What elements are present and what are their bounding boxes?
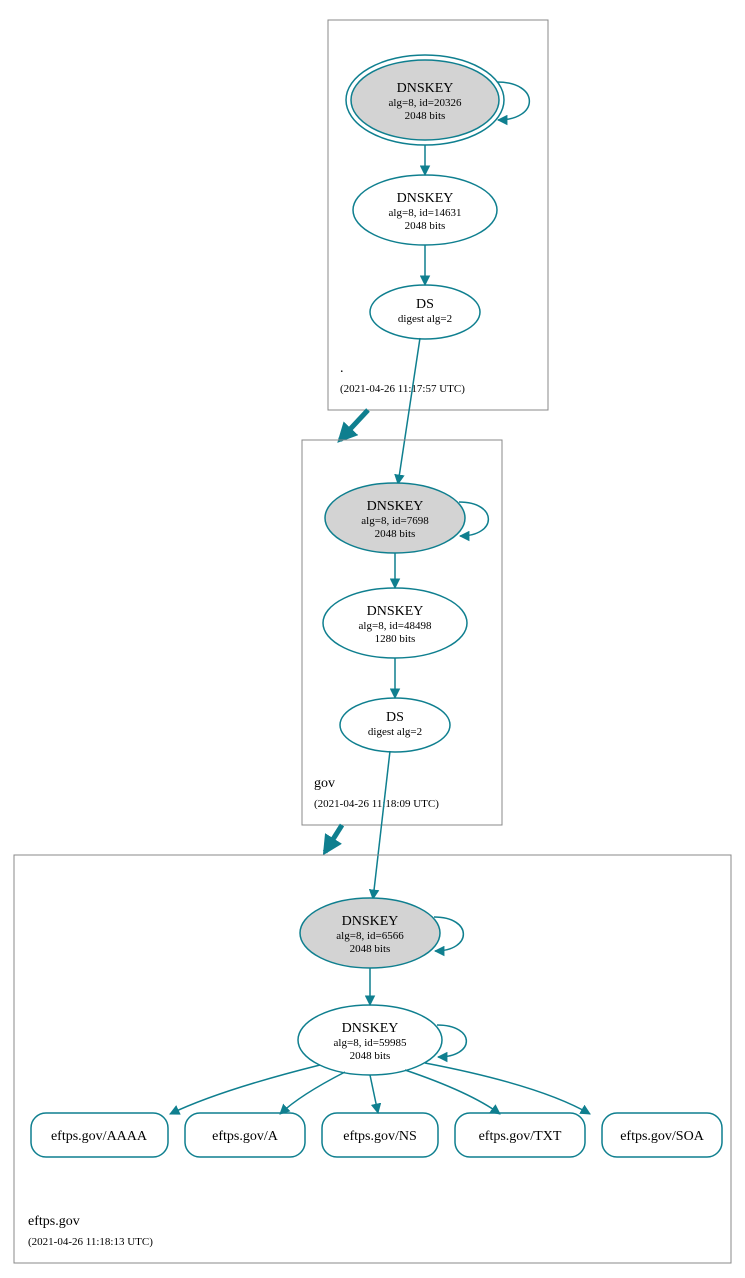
edge-zsk-to-a: [280, 1072, 345, 1114]
svg-text:DNSKEY: DNSKEY: [342, 914, 399, 929]
edge-root-ds-to-gov-ksk: [398, 338, 420, 484]
rrset-aaaa: eftps.gov/AAAA: [31, 1113, 168, 1157]
edge-zsk-to-soa: [425, 1063, 590, 1114]
rrset-soa: eftps.gov/SOA: [602, 1113, 722, 1157]
zone-root: . (2021-04-26 11:17:57 UTC) DNSKEY alg=8…: [328, 20, 548, 410]
svg-text:2048 bits: 2048 bits: [405, 110, 446, 122]
node-root-zsk: DNSKEY alg=8, id=14631 2048 bits: [353, 175, 497, 245]
zone-root-name: .: [340, 361, 344, 376]
svg-text:DS: DS: [386, 710, 404, 725]
svg-text:alg=8, id=14631: alg=8, id=14631: [389, 207, 462, 219]
svg-text:eftps.gov/AAAA: eftps.gov/AAAA: [51, 1129, 148, 1144]
svg-text:eftps.gov/NS: eftps.gov/NS: [343, 1129, 417, 1144]
node-gov-zsk: DNSKEY alg=8, id=48498 1280 bits: [323, 588, 467, 658]
rrset-ns: eftps.gov/NS: [322, 1113, 438, 1157]
zone-eftps-name: eftps.gov: [28, 1214, 80, 1229]
svg-text:1280 bits: 1280 bits: [375, 633, 416, 645]
svg-text:2048 bits: 2048 bits: [350, 1050, 391, 1062]
edge-zone-root-to-gov: [340, 410, 368, 440]
svg-text:alg=8, id=20326: alg=8, id=20326: [389, 97, 462, 109]
svg-text:alg=8, id=59985: alg=8, id=59985: [334, 1037, 407, 1049]
svg-text:DNSKEY: DNSKEY: [367, 499, 424, 514]
svg-text:DNSKEY: DNSKEY: [342, 1021, 399, 1036]
node-gov-ds: DS digest alg=2: [340, 698, 450, 752]
node-gov-ksk: DNSKEY alg=8, id=7698 2048 bits: [325, 483, 465, 553]
edge-zsk-to-ns: [370, 1075, 378, 1113]
zone-gov-name: gov: [314, 776, 335, 791]
rrset-a: eftps.gov/A: [185, 1113, 305, 1157]
svg-text:DNSKEY: DNSKEY: [397, 191, 454, 206]
zone-root-timestamp: (2021-04-26 11:17:57 UTC): [340, 383, 465, 395]
edge-zone-gov-to-eftps: [325, 825, 342, 852]
zone-gov-timestamp: (2021-04-26 11:18:09 UTC): [314, 798, 439, 810]
svg-text:digest alg=2: digest alg=2: [398, 313, 452, 325]
edge-zsk-to-aaaa: [170, 1065, 320, 1114]
svg-text:alg=8, id=7698: alg=8, id=7698: [361, 515, 429, 527]
zone-eftps: eftps.gov (2021-04-26 11:18:13 UTC) DNSK…: [14, 855, 731, 1263]
svg-text:digest alg=2: digest alg=2: [368, 726, 422, 738]
svg-text:2048 bits: 2048 bits: [405, 220, 446, 232]
svg-text:2048 bits: 2048 bits: [375, 528, 416, 540]
node-eftps-ksk: DNSKEY alg=8, id=6566 2048 bits: [300, 898, 440, 968]
svg-text:eftps.gov/TXT: eftps.gov/TXT: [479, 1129, 562, 1144]
zone-eftps-timestamp: (2021-04-26 11:18:13 UTC): [28, 1236, 153, 1248]
zone-gov: gov (2021-04-26 11:18:09 UTC) DNSKEY alg…: [302, 440, 502, 825]
svg-text:eftps.gov/A: eftps.gov/A: [212, 1129, 279, 1144]
node-root-ksk: DNSKEY alg=8, id=20326 2048 bits: [346, 55, 504, 145]
svg-text:2048 bits: 2048 bits: [350, 943, 391, 955]
svg-text:alg=8, id=6566: alg=8, id=6566: [336, 930, 404, 942]
svg-text:alg=8, id=48498: alg=8, id=48498: [359, 620, 432, 632]
dnssec-graph: . (2021-04-26 11:17:57 UTC) DNSKEY alg=8…: [0, 0, 745, 1278]
svg-text:eftps.gov/SOA: eftps.gov/SOA: [620, 1129, 705, 1144]
svg-text:DS: DS: [416, 297, 434, 312]
rrset-txt: eftps.gov/TXT: [455, 1113, 585, 1157]
svg-text:DNSKEY: DNSKEY: [367, 604, 424, 619]
node-root-ds: DS digest alg=2: [370, 285, 480, 339]
svg-text:DNSKEY: DNSKEY: [397, 81, 454, 96]
